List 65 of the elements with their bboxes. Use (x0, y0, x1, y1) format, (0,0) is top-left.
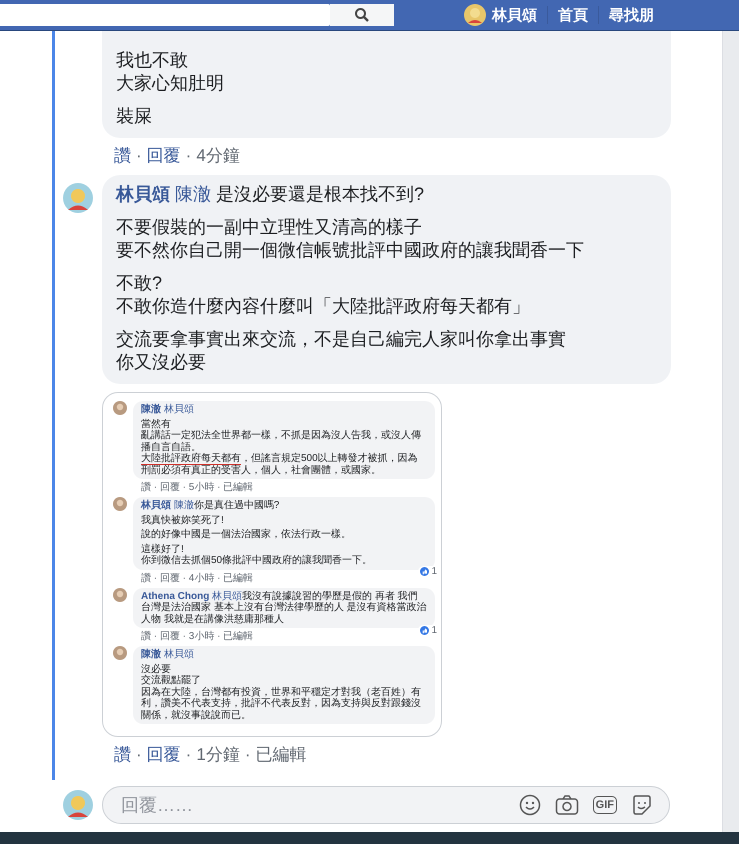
like-icon (420, 626, 430, 635)
avatar[interactable] (63, 183, 93, 213)
search-icon (354, 7, 370, 23)
avatar (63, 790, 93, 820)
comment-text: 大陸批評政府每天都有，但謠言規定500以上轉發才被抓，因為刑罰必須有真正的受害人，個人，社會團體，或國家。 (141, 453, 419, 476)
profile-name-link[interactable]: 林貝頌 (492, 6, 537, 24)
avatar (113, 401, 127, 415)
comment-text: 不敢? (116, 272, 164, 295)
emoji-icon[interactable] (518, 794, 541, 816)
comment-text: Athena Chong 林貝頌我沒有說據說習的學歷是假的 再者 我們台灣是法治國家 基本上沒有台灣法律學歷的人 是沒有資格當政治人物 我就是在講像洪慈庸那種人 (141, 590, 427, 625)
timestamp: 1分鐘 (196, 744, 240, 766)
separator-dot: · (186, 744, 192, 764)
gif-button[interactable]: GIF (592, 796, 617, 814)
comment-text: 我也不敢 (116, 49, 189, 72)
timestamp: 已編輯 (255, 744, 306, 766)
comment-text: 沒必要 (141, 664, 172, 674)
action-link[interactable]: 讚 (114, 144, 131, 167)
comment-text: 大家心知肚明 (116, 72, 225, 95)
separator-dot: · (136, 146, 142, 166)
comment-text: 裝屎 (116, 105, 153, 128)
sticker-icon[interactable] (631, 794, 653, 816)
avatar (113, 497, 127, 511)
comment-text: 你又沒必要 (116, 351, 207, 374)
action-link[interactable]: 讚 (114, 743, 131, 766)
mention-link[interactable]: 陳澈 (175, 184, 212, 204)
reply-field[interactable]: 回覆…… GIF (102, 786, 670, 824)
comment-text: 林貝頌 陳澈你是真住過中國嗎? (141, 500, 280, 512)
timestamp: 4分鐘 (196, 145, 240, 167)
comment-text: 因為在大陸，台灣都有投資，世界和平穩定才對我（老百姓）有利，讚美不代表支持，批評不代表反對，因為支持與反對跟錢沒關係，就沒事說說而已。 (141, 686, 422, 721)
comment-text: 當然有 (141, 418, 172, 430)
avatar (113, 588, 127, 602)
comment-text: 亂講話一定犯法全世界都一樣，不抓是因為沒人告我，或沒人傳播自言自語。 (141, 430, 422, 452)
comment-meta: 讚 · 回覆 · 5小時 · 已編輯 (141, 480, 254, 494)
avatar (113, 646, 127, 660)
comment-meta: 讚 · 回覆 · 3小時 · 已編輯 (141, 630, 254, 643)
separator-dot: · (136, 744, 142, 764)
action-link[interactable]: 回覆 (146, 743, 181, 766)
author-name[interactable]: 林貝頌 (116, 184, 170, 204)
comment-text: 交流要拿事實出來交流，不是自己編完人家叫你拿出事實 (116, 328, 567, 351)
comment-text: 陳澈 林貝頌 (141, 404, 195, 416)
like-icon (420, 567, 430, 576)
comment-text: 這樣好了! (141, 544, 185, 554)
like-count: 1 (418, 566, 439, 578)
comment-text: 是沒必要還是根本找不到? (216, 184, 424, 204)
comment-text: 我真快被妳笑死了! (141, 514, 225, 526)
avatar[interactable] (464, 4, 486, 26)
separator-dot: · (244, 744, 250, 764)
comment-text: 陳澈 林貝頌 (141, 649, 195, 660)
action-link[interactable]: 回覆 (146, 144, 181, 167)
comment-text: 你到微信去抓個50條批評中國政府的讓我聞香一下。 (141, 555, 374, 566)
comment-text: 說的好像中國是一個法治國家，依法行政一樣。 (141, 529, 352, 540)
nav-link[interactable]: 首頁 (558, 6, 588, 24)
camera-icon[interactable] (554, 794, 579, 816)
comment-text: 不敢你造什麼內容什麼叫「大陸批評政府每天都有」 (116, 295, 531, 318)
scrollbar[interactable] (722, 31, 739, 832)
search-field[interactable] (0, 4, 330, 26)
comment-text: 交流觀點罷了 (141, 675, 202, 686)
search-button[interactable] (330, 4, 394, 26)
separator-dot: · (186, 146, 192, 166)
comment-meta: 讚 · 回覆 · 4小時 · 已編輯 (141, 572, 254, 584)
comment-text: 要不然你自己開一個微信帳號批評中國政府的讓我聞香一下 (116, 239, 585, 262)
comment-text: 不要假裝的一副中立理性又清高的樣子 (116, 216, 423, 239)
nav-link[interactable]: 尋找朋 (609, 6, 654, 24)
like-count: 1 (418, 624, 439, 636)
screenshot-attachment[interactable] (102, 392, 442, 737)
